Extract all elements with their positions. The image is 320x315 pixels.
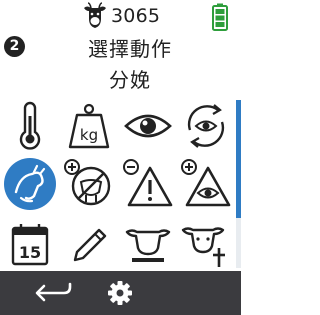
action-grid: kg 15 <box>0 100 236 270</box>
thermometer-icon <box>19 101 41 150</box>
gear-icon <box>108 281 132 305</box>
pencil-icon <box>73 228 107 262</box>
action-cull[interactable] <box>122 218 174 270</box>
calving-icon <box>4 158 56 210</box>
scrollbar-thumb[interactable] <box>236 100 241 218</box>
back-arrow-icon <box>35 282 72 302</box>
action-no-milk[interactable] <box>63 158 115 210</box>
action-observe[interactable] <box>122 100 174 152</box>
action-calendar[interactable]: 15 <box>4 218 56 270</box>
action-selection-screen: 3065 2 選擇動作 分娩 kg 15 <box>0 0 241 315</box>
weight-kg-icon: kg <box>68 103 110 149</box>
action-warning-observe[interactable] <box>180 158 232 210</box>
action-note[interactable] <box>63 218 115 270</box>
page-subtitle: 分娩 <box>109 68 151 92</box>
battery-icon <box>212 3 228 31</box>
bottom-bar <box>0 271 241 315</box>
step-number-badge: 2 <box>4 36 25 57</box>
action-recheck[interactable] <box>180 100 232 152</box>
calendar-day: 15 <box>19 243 41 262</box>
warning-minus-icon <box>123 159 173 207</box>
settings-button[interactable] <box>98 271 142 315</box>
recheck-eye-icon <box>187 104 225 148</box>
weight-label: kg <box>80 126 98 144</box>
action-thermometer[interactable] <box>4 100 56 152</box>
cull-cow-icon <box>125 229 171 262</box>
page-title: 選擇動作 <box>88 37 172 61</box>
warning-eye-plus-icon <box>181 159 231 207</box>
eye-icon <box>124 114 172 138</box>
action-death[interactable] <box>180 218 232 270</box>
dead-cow-icon <box>181 227 225 267</box>
calendar-icon: 15 <box>11 224 49 266</box>
cow-head-icon <box>84 2 106 28</box>
action-calving[interactable] <box>4 158 56 210</box>
action-weight[interactable]: kg <box>63 100 115 152</box>
action-warning-minus[interactable] <box>122 158 174 210</box>
status-bar: 3065 <box>0 0 241 36</box>
no-milk-icon <box>64 159 111 206</box>
animal-count: 3065 <box>111 5 161 27</box>
back-button[interactable] <box>26 271 76 315</box>
